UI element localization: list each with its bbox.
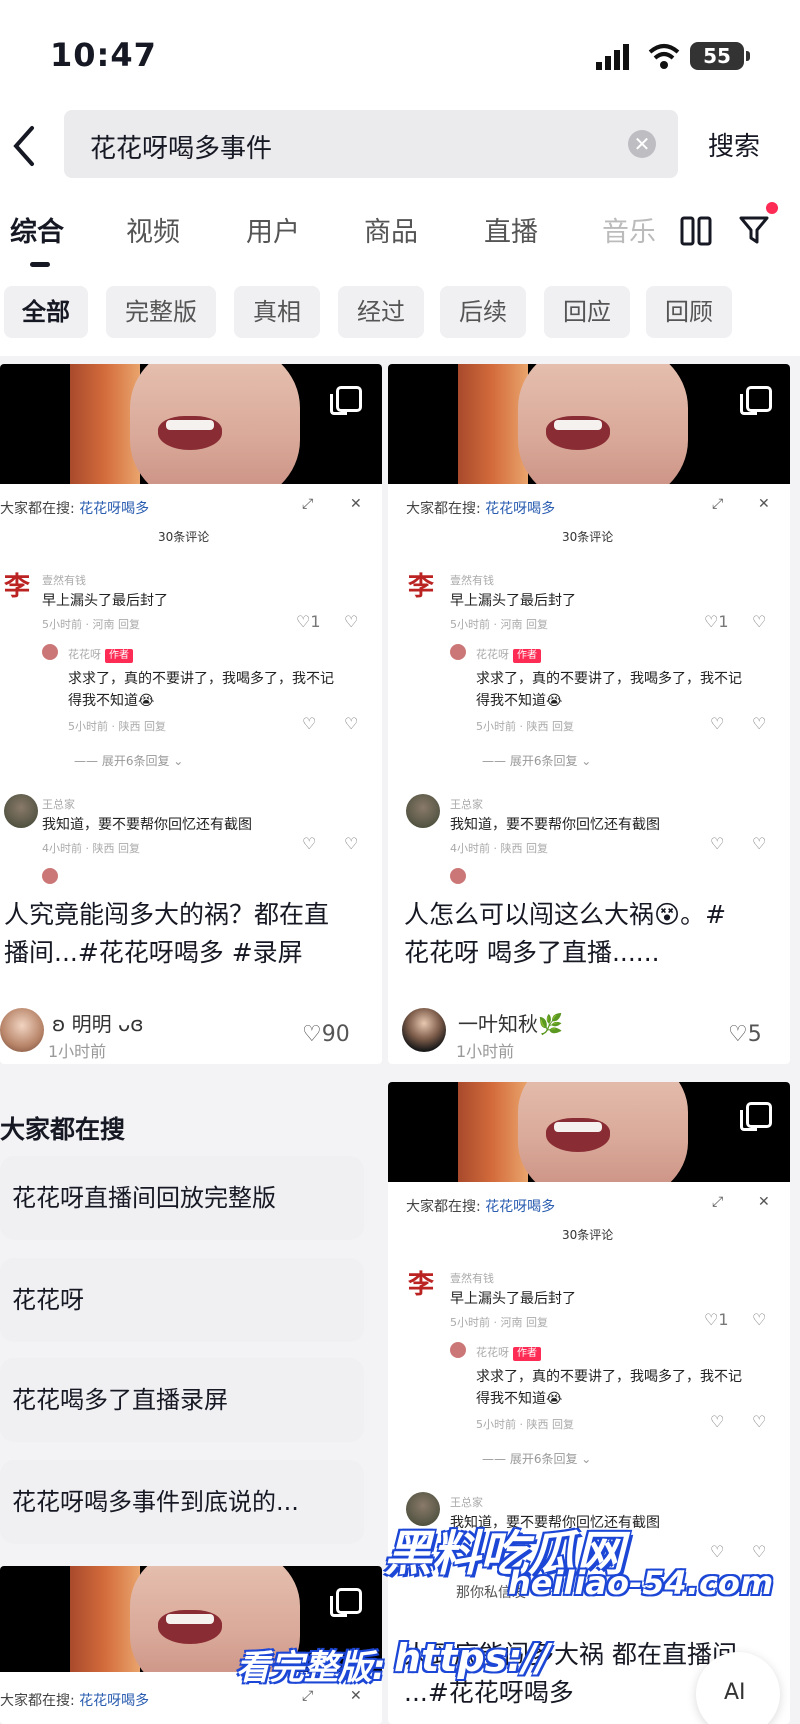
tab-video[interactable]: 视频 (126, 210, 180, 249)
tab-goods[interactable]: 商品 (364, 210, 418, 249)
expand-icon: ⤢ (302, 496, 314, 512)
watermark-prefix: 看完整版: (236, 1648, 386, 1688)
video-card[interactable]: 大家都在搜: 花花呀喝多 ⤢ ✕ 30条评论 李 壹然有钱 早上漏头了最后封了 … (0, 364, 382, 1064)
avatar (450, 1342, 466, 1358)
filter-chips: 全部 完整版 真相 经过 后续 回应 回顾 (0, 276, 800, 356)
video-card[interactable]: 大家都在搜: 花花呀喝多 ⤢ ✕ 30条评论 李 壹然有钱 早上漏头了最后封了 … (388, 1082, 790, 1724)
card-title: 人怎么可以闯这么大祸😵。# (404, 900, 727, 929)
avatar: 李 (4, 572, 31, 602)
suggestion-item[interactable]: 花花呀喝多事件到底说的... (0, 1460, 364, 1544)
video-card[interactable]: 大家都在搜: 花花呀喝多 ⤢ ✕ 30条评论 李 壹然有钱 早上漏头了最后封了 … (388, 364, 790, 1064)
watermark-https: https:// (394, 1636, 551, 1680)
multi-image-icon (330, 386, 362, 415)
video-thumbnail (388, 1082, 790, 1182)
chip-review[interactable]: 回顾 (646, 286, 732, 338)
watermark-url: heiliao-54.com (508, 1564, 774, 1602)
avatar (406, 794, 440, 828)
expand-icon: ⤢ (712, 496, 724, 512)
back-arrow-icon[interactable] (6, 122, 42, 170)
wifi-icon (648, 44, 680, 69)
avatar: 李 (408, 1270, 435, 1300)
tab-music[interactable]: 音乐 (602, 210, 656, 249)
tab-all[interactable]: 综合 (10, 210, 64, 249)
close-icon: ✕ (758, 1194, 770, 1210)
filter-icon[interactable] (738, 214, 770, 246)
search-input[interactable]: 花花呀喝多事件 ✕ (64, 110, 678, 178)
card-title: 播间...#花花呀喝多 #录屏 (4, 938, 303, 967)
multi-image-icon (740, 386, 772, 415)
search-query: 花花呀喝多事件 (90, 134, 273, 164)
card-title: 花花呀 喝多了直播...... (404, 938, 660, 967)
chip-process[interactable]: 经过 (338, 286, 424, 338)
close-icon: ✕ (758, 496, 770, 512)
status-time: 10:47 (50, 36, 157, 74)
like-count[interactable]: ♡90 (302, 1022, 350, 1047)
chip-followup[interactable]: 后续 (440, 286, 526, 338)
clear-icon[interactable]: ✕ (628, 130, 656, 158)
expand-icon: ⤢ (302, 1688, 314, 1704)
tab-indicator (30, 262, 50, 267)
comment-screenshot: 大家都在搜: 花花呀喝多 ⤢ ✕ 30条评论 李 壹然有钱 早上漏头了最后封了 … (0, 484, 382, 884)
tab-live[interactable]: 直播 (484, 210, 538, 249)
battery-icon: 55 (690, 42, 750, 70)
tab-users[interactable]: 用户 (246, 210, 300, 249)
also-search-panel: 大家都在搜 花花呀直播间回放完整版 花花呀 花花喝多了直播录屏 花花呀喝多事件到… (0, 1082, 380, 1552)
video-thumbnail (388, 364, 790, 484)
close-icon: ✕ (350, 496, 362, 512)
search-bar: 花花呀喝多事件 ✕ 搜索 (0, 110, 800, 186)
filter-badge-dot (766, 202, 778, 214)
suggestion-item[interactable]: 花花呀 (0, 1258, 364, 1342)
chip-all[interactable]: 全部 (4, 286, 88, 338)
comment-screenshot: 大家都在搜: 花花呀喝多 ⤢ ✕ 30条评论 李 壹然有钱 早上漏头了最后封了 … (388, 484, 790, 884)
avatar (450, 644, 466, 660)
card-title: 人究竟能闯多大的祸？都在直 (4, 900, 330, 929)
signal-icon (596, 44, 629, 70)
suggestion-item[interactable]: 花花喝多了直播录屏 (0, 1358, 364, 1442)
layout-toggle-icon[interactable] (680, 216, 712, 246)
multi-image-icon (740, 1102, 772, 1131)
status-bar: 10:47 55 (0, 0, 800, 110)
video-thumbnail (0, 364, 382, 484)
suggestion-item[interactable]: 花花呀直播间回放完整版 (0, 1156, 364, 1240)
expand-icon: ⤢ (712, 1194, 724, 1210)
ai-icon: AI (724, 1680, 746, 1705)
avatar[interactable] (0, 1008, 44, 1052)
chip-full-version[interactable]: 完整版 (106, 286, 216, 338)
avatar (42, 644, 58, 660)
chip-response[interactable]: 回应 (544, 286, 630, 338)
avatar[interactable] (402, 1008, 446, 1052)
close-icon: ✕ (350, 1688, 362, 1704)
avatar: 李 (408, 572, 435, 602)
result-tabs: 综合 视频 用户 商品 直播 音乐 (0, 186, 800, 276)
like-count[interactable]: ♡5 (728, 1022, 762, 1047)
search-button[interactable]: 搜索 (708, 126, 760, 163)
multi-image-icon (330, 1588, 362, 1617)
section-title: 大家都在搜 (0, 1115, 126, 1144)
chip-truth[interactable]: 真相 (234, 286, 320, 338)
avatar (4, 794, 38, 828)
